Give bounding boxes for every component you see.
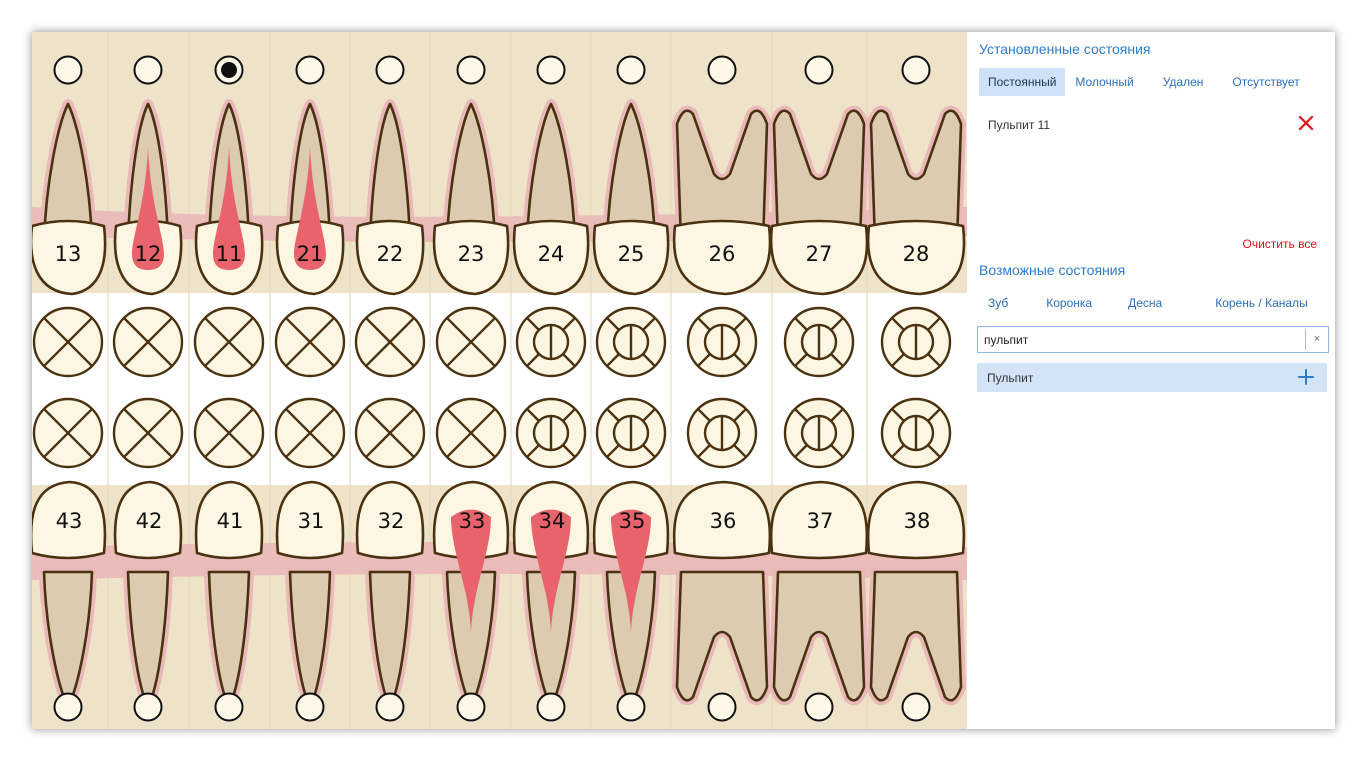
tooth-surface-cross[interactable] (274, 306, 346, 378)
tooth-select-marker[interactable] (53, 55, 83, 85)
tooth-chart-svg: 13 12 11 21 22 23 24 25 26 27 28 43 42 41 31 32 33 34 35 36… (32, 32, 967, 729)
tooth-select-marker[interactable] (456, 55, 486, 85)
tooth-number: 36 (710, 509, 737, 533)
search-clear-button[interactable]: × (1305, 329, 1328, 350)
tooth-surface-cross[interactable] (193, 306, 265, 378)
tooth-number: 12 (135, 242, 162, 266)
tooth-surface-cross[interactable] (112, 306, 184, 378)
search-result-label: Пульпит (987, 371, 1034, 385)
tooth-surface-map[interactable] (515, 306, 587, 378)
tooth-surface-map[interactable] (595, 397, 667, 469)
tooth-select-marker[interactable] (375, 692, 405, 722)
tooth-number: 11 (216, 242, 243, 266)
tooth-surface-cross[interactable] (193, 397, 265, 469)
tooth-select-marker[interactable] (616, 55, 646, 85)
tooth-number: 22 (377, 242, 404, 266)
dental-chart-window: 13 12 11 21 22 23 24 25 26 27 28 43 42 41 31 32 33 34 35 36… (32, 32, 1335, 729)
tooth-number: 26 (709, 242, 736, 266)
tooth-select-marker[interactable] (804, 55, 834, 85)
tooth-select-marker[interactable] (295, 692, 325, 722)
tooth-surface-cross[interactable] (274, 397, 346, 469)
tooth-surface-map[interactable] (686, 306, 758, 378)
tooth-select-marker[interactable] (707, 55, 737, 85)
tooth-select-marker[interactable] (133, 692, 163, 722)
tooth-number: 24 (538, 242, 565, 266)
tab-crown[interactable]: Коронка (1037, 289, 1101, 317)
tooth-surface-cross[interactable] (354, 397, 426, 469)
tooth-surface-map[interactable] (880, 306, 952, 378)
search-result-item[interactable]: Пульпит (977, 363, 1327, 392)
tab-removed[interactable]: Удален (1154, 68, 1213, 96)
tooth-number: 27 (806, 242, 833, 266)
possible-states-title: Возможные состояния (979, 262, 1126, 278)
tooth-number: 13 (55, 242, 82, 266)
tooth-number: 32 (378, 509, 405, 533)
tooth-select-marker[interactable] (295, 55, 325, 85)
tooth-surface-map[interactable] (686, 397, 758, 469)
tooth-number: 43 (56, 509, 83, 533)
tooth-surface-cross[interactable] (32, 397, 104, 469)
tab-gum[interactable]: Десна (1119, 289, 1171, 317)
tooth-number: 21 (297, 242, 324, 266)
tooth-number: 37 (807, 509, 834, 533)
tooth-select-marker[interactable] (616, 692, 646, 722)
installed-state-item: Пульпит 11 (979, 112, 1319, 138)
clear-all-link[interactable]: Очистить все (1243, 237, 1317, 251)
states-panel: Установленные состояния Постоянный Молоч… (967, 32, 1335, 729)
tooth-number: 38 (904, 509, 931, 533)
tooth-surface-map[interactable] (595, 306, 667, 378)
tooth-surface-cross[interactable] (435, 397, 507, 469)
tooth-select-marker[interactable] (536, 55, 566, 85)
tooth-number: 25 (618, 242, 645, 266)
tooth-surface-map[interactable] (783, 397, 855, 469)
close-icon[interactable] (1295, 112, 1317, 134)
tooth-number: 42 (136, 509, 163, 533)
tooth-surface-map[interactable] (515, 397, 587, 469)
tooth-number: 33 (459, 509, 486, 533)
tooth-surface-cross[interactable] (435, 306, 507, 378)
search-box: × (977, 326, 1329, 353)
tooth-select-marker[interactable] (901, 692, 931, 722)
tab-deciduous[interactable]: Молочный (1066, 68, 1142, 96)
tooth-surface-cross[interactable] (112, 397, 184, 469)
tooth-select-marker[interactable] (804, 692, 834, 722)
tooth-select-marker[interactable] (375, 55, 405, 85)
tab-root-canals[interactable]: Корень / Каналы (1206, 289, 1316, 317)
selected-tooth-marker[interactable] (214, 55, 244, 85)
plus-icon[interactable] (1297, 368, 1315, 386)
tooth-number: 28 (903, 242, 930, 266)
tooth-number: 31 (298, 509, 325, 533)
tooth-surface-map[interactable] (880, 397, 952, 469)
tooth-surface-cross[interactable] (354, 306, 426, 378)
tooth-surface-map[interactable] (783, 306, 855, 378)
possible-states-tabs: Зуб Коронка Десна Корень / Каналы (979, 289, 1317, 317)
tooth-select-marker[interactable] (133, 55, 163, 85)
tooth-number: 23 (458, 242, 485, 266)
tab-permanent[interactable]: Постоянный (979, 68, 1066, 96)
tooth-select-marker[interactable] (536, 692, 566, 722)
tooth-select-marker[interactable] (901, 55, 931, 85)
tooth-surface-cross[interactable] (32, 306, 104, 378)
installed-state-label: Пульпит 11 (988, 118, 1051, 132)
tooth-number: 41 (217, 509, 244, 533)
installed-states-title: Установленные состояния (979, 41, 1151, 57)
tooth-select-marker[interactable] (214, 692, 244, 722)
tab-absent[interactable]: Отсутствует (1223, 68, 1308, 96)
search-input[interactable] (978, 327, 1298, 352)
tooth-select-marker[interactable] (707, 692, 737, 722)
tooth-chart: 13 12 11 21 22 23 24 25 26 27 28 43 42 41 31 32 33 34 35 36… (32, 32, 967, 729)
tooth-select-marker[interactable] (456, 692, 486, 722)
tab-tooth[interactable]: Зуб (979, 289, 1017, 317)
tooth-number: 34 (539, 509, 566, 533)
tooth-number: 35 (619, 509, 646, 533)
installed-states-tabs: Постоянный Молочный Удален Отсутствует (979, 68, 1309, 96)
tooth-select-marker[interactable] (53, 692, 83, 722)
